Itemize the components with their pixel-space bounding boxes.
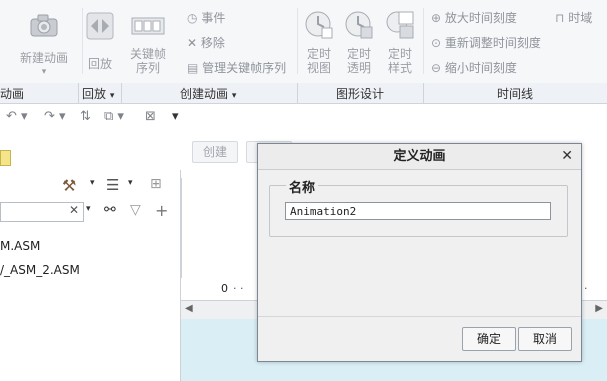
quick-access-toolbar: ↶ ▾ ↷ ▾ ⇅ ⧉ ▾ ⊠ ▾: [0, 104, 607, 132]
create-button[interactable]: 创建: [192, 141, 238, 163]
chevron-down-icon[interactable]: ▾: [90, 178, 95, 188]
ok-button[interactable]: 确定: [462, 327, 516, 351]
timed-transparency-button[interactable]: 定时 透明: [342, 10, 376, 75]
model-tree-panel: ⚒ ▾ ☰ ▾ ⊞ ✕ ▾ ⚯ ▽ + M.ASM /_ASM_2.ASM: [0, 170, 181, 381]
group-playback-label: 回放: [82, 87, 107, 101]
zoom-out-icon: ⊖: [431, 61, 442, 75]
timed-style-icon: [386, 11, 414, 39]
timed-view-label-2: 视图: [306, 61, 331, 75]
group-animation[interactable]: 动画: [0, 85, 24, 102]
timed-style-label-1: 定时: [387, 47, 412, 61]
time-domain-button[interactable]: ⊓ 时域: [555, 11, 592, 25]
timed-style-label-2: 样式: [387, 61, 412, 75]
group-create-animation[interactable]: 创建动画 ▾: [180, 85, 236, 102]
chevron-down-icon: ▾: [109, 91, 115, 101]
name-group-label: 名称: [286, 177, 319, 196]
keyframe-sequence-icon: [131, 17, 165, 35]
regenerate-icon[interactable]: ⇅: [80, 109, 91, 124]
tree-item-assembly[interactable]: M.ASM: [0, 239, 40, 253]
time-domain-icon: ⊓: [555, 11, 565, 25]
windows-icon[interactable]: ⧉ ▾: [104, 109, 124, 124]
keyframe-sequence-label-1: 关键帧: [129, 47, 166, 61]
close-icon[interactable]: ✕: [561, 147, 573, 165]
chevron-down-icon[interactable]: ▾: [86, 204, 91, 214]
timed-transparency-label-2: 透明: [346, 61, 371, 75]
timed-transparency-label-1: 定时: [346, 47, 371, 61]
timed-transparency-icon: [345, 11, 373, 39]
chevron-down-icon: ▾: [231, 91, 237, 101]
clock-icon: ◷: [187, 11, 198, 25]
keyframe-sequence-button[interactable]: 关键帧 序列: [126, 12, 170, 75]
group-playback[interactable]: 回放 ▾: [82, 85, 114, 102]
readjust-icon: ⊙: [431, 36, 442, 50]
manage-keyframe-sequence-button[interactable]: ▤ 管理关键帧序列: [187, 61, 286, 75]
filter-icon[interactable]: ▽: [130, 202, 141, 218]
grid-icon[interactable]: ⊞: [150, 176, 162, 192]
timed-view-button[interactable]: 定时 视图: [302, 10, 336, 75]
add-icon[interactable]: +: [155, 201, 168, 220]
customize-dropdown-icon[interactable]: ▾: [172, 109, 179, 124]
event-label: 事件: [201, 11, 226, 25]
chevron-down-icon: ▾: [41, 67, 47, 77]
list-icon[interactable]: ☰: [106, 176, 119, 194]
zoom-out-ticks-button[interactable]: ⊖ 缩小时间刻度: [431, 61, 517, 75]
scroll-right-icon[interactable]: ▶: [595, 303, 603, 314]
chevron-down-icon[interactable]: ▾: [128, 178, 133, 188]
filmstrip-icon: ▤: [187, 61, 199, 75]
remove-label: 移除: [200, 36, 225, 50]
playback-button[interactable]: 回放: [84, 12, 116, 71]
camera-icon: [30, 14, 58, 37]
redo-icon[interactable]: ↷ ▾: [44, 109, 66, 124]
playback-label: 回放: [87, 57, 112, 71]
define-animation-dialog: 定义动画 ✕ 名称 Animation2 确定 取消: [257, 143, 582, 362]
zoom-out-ticks-label: 缩小时间刻度: [444, 61, 517, 75]
remove-button[interactable]: ✕ 移除: [187, 36, 225, 50]
clear-icon[interactable]: ✕: [69, 203, 79, 217]
ribbon-group-bar: 动画 回放 ▾ 创建动画 ▾ 图形设计 时间线: [0, 83, 607, 104]
group-graphic-design: 图形设计: [336, 87, 385, 101]
new-animation-button[interactable]: 新建动画 ▾: [14, 12, 74, 79]
readjust-ticks-label: 重新调整时间刻度: [444, 36, 541, 50]
close-window-icon[interactable]: ⊠: [145, 109, 156, 124]
timeline-ticks: · ·: [233, 282, 244, 295]
keyframe-sequence-label-2: 序列: [135, 61, 160, 75]
timeline-tick-0: 0: [221, 282, 228, 295]
binoculars-icon[interactable]: ⚯: [104, 202, 116, 218]
zoom-in-icon: ⊕: [431, 11, 442, 25]
undo-icon[interactable]: ↶ ▾: [6, 109, 28, 124]
manage-keyframe-sequence-label: 管理关键帧序列: [202, 61, 287, 75]
notification-marker[interactable]: [0, 150, 11, 166]
search-input[interactable]: ✕: [0, 202, 84, 222]
event-button[interactable]: ◷ 事件: [187, 11, 225, 25]
cancel-button[interactable]: 取消: [518, 327, 572, 351]
zoom-in-ticks-button[interactable]: ⊕ 放大时间刻度: [431, 11, 517, 25]
group-timeline: 时间线: [497, 87, 534, 101]
timed-view-icon: [305, 11, 333, 39]
group-create-animation-label: 创建动画: [180, 87, 229, 101]
timed-style-button[interactable]: 定时 样式: [383, 10, 417, 75]
tree-item-assembly-2[interactable]: /_ASM_2.ASM: [0, 263, 80, 277]
new-animation-label: 新建动画: [19, 51, 68, 65]
dialog-title: 定义动画: [258, 144, 581, 170]
readjust-ticks-button[interactable]: ⊙ 重新调整时间刻度: [431, 36, 541, 50]
close-icon: ✕: [187, 36, 198, 50]
timed-view-label-1: 定时: [306, 47, 331, 61]
zoom-in-ticks-label: 放大时间刻度: [444, 11, 517, 25]
playback-icon: [86, 12, 114, 40]
ribbon: 新建动画 ▾ 回放 关键帧 序列 ◷ 事件 ✕ 移除 ▤ 管理关键帧序列 定时 …: [0, 0, 607, 84]
animation-name-input[interactable]: Animation2: [285, 202, 551, 220]
tools-icon[interactable]: ⚒: [62, 176, 76, 195]
scroll-left-icon[interactable]: ◀: [185, 303, 193, 314]
time-domain-label: 时域: [568, 11, 593, 25]
